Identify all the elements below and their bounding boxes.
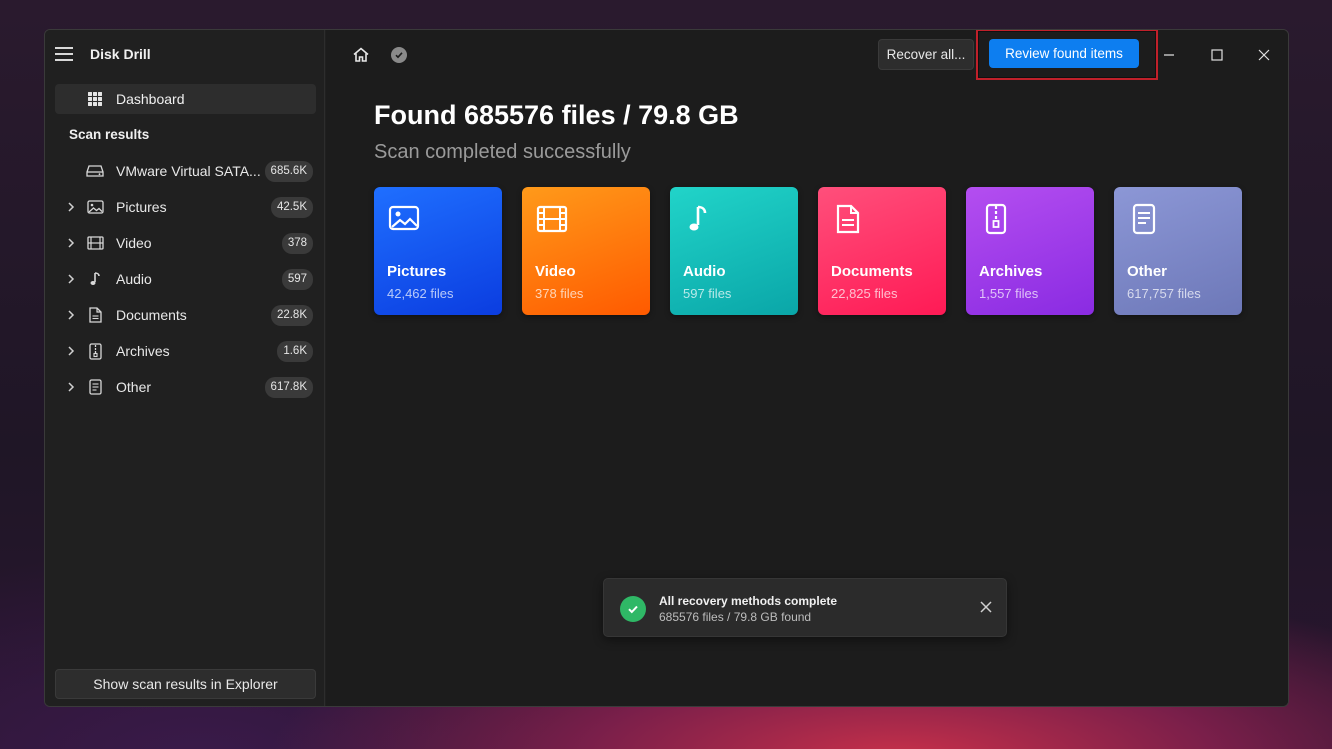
card-title: Audio xyxy=(683,263,726,280)
scan-results-heading: Scan results xyxy=(69,127,150,142)
category-card-video[interactable]: Video 378 files xyxy=(522,187,650,315)
chevron-right-icon[interactable] xyxy=(65,381,77,393)
minimize-icon[interactable] xyxy=(1158,44,1180,66)
sidebar-item-label: Archives xyxy=(116,343,170,359)
page-title: Found 685576 files / 79.8 GB xyxy=(374,100,739,130)
sidebar-item-audio[interactable]: Audio 597 xyxy=(55,264,316,294)
grid-icon xyxy=(88,92,102,106)
category-card-documents[interactable]: Documents 22,825 files xyxy=(818,187,946,315)
count-badge: 42.5K xyxy=(270,197,313,218)
toast-message: 685576 files / 79.8 GB found xyxy=(659,610,812,624)
document-icon xyxy=(832,203,864,235)
sidebar-item-label: Other xyxy=(116,379,152,395)
sidebar-item-label: Dashboard xyxy=(116,91,185,107)
sidebar-item-vmware-drive[interactable]: VMware Virtual SATA... 685.6K xyxy=(55,156,316,186)
image-icon xyxy=(86,199,104,215)
success-check-icon xyxy=(620,596,646,622)
sidebar-item-other[interactable]: Other 617.8K xyxy=(55,372,316,402)
card-title: Other xyxy=(1127,263,1168,280)
category-card-pictures[interactable]: Pictures 42,462 files xyxy=(374,187,502,315)
card-file-count: 1,557 files xyxy=(979,286,1039,301)
sidebar-item-label: Pictures xyxy=(116,199,167,215)
document-icon xyxy=(86,307,104,323)
app-window: Disk Drill Dashboard Scan results VMware… xyxy=(44,29,1289,707)
film-icon xyxy=(86,235,104,251)
category-card-audio[interactable]: Audio 597 files xyxy=(670,187,798,315)
close-icon[interactable] xyxy=(978,599,994,615)
archive-icon xyxy=(86,342,104,360)
file-icon xyxy=(86,379,104,395)
card-title: Archives xyxy=(979,263,1043,280)
count-badge: 597 xyxy=(281,269,313,290)
review-found-items-button[interactable]: Review found items xyxy=(989,39,1139,68)
sidebar-item-video[interactable]: Video 378 xyxy=(55,228,316,258)
show-in-explorer-button[interactable]: Show scan results in Explorer xyxy=(55,669,316,699)
hard-drive-icon xyxy=(86,163,104,179)
sidebar-item-label: Video xyxy=(116,235,152,251)
notification-toast: All recovery methods complete 685576 fil… xyxy=(603,578,1007,637)
card-file-count: 617,757 files xyxy=(1127,286,1201,301)
card-title: Video xyxy=(535,263,576,280)
sidebar-item-label: VMware Virtual SATA... xyxy=(116,163,261,179)
film-icon xyxy=(536,203,568,235)
archive-icon xyxy=(980,203,1012,235)
sidebar-item-dashboard[interactable]: Dashboard xyxy=(55,84,316,114)
hamburger-menu-icon[interactable] xyxy=(55,47,73,61)
main-panel: Recover all... Review found items Found … xyxy=(326,30,1288,706)
file-icon xyxy=(1128,203,1160,235)
app-title: Disk Drill xyxy=(90,46,151,62)
count-badge: 22.8K xyxy=(270,305,313,326)
chevron-right-icon[interactable] xyxy=(65,237,77,249)
maximize-icon[interactable] xyxy=(1206,44,1228,66)
sidebar-item-label: Documents xyxy=(116,307,187,323)
scan-status-check-icon[interactable] xyxy=(391,47,407,63)
card-file-count: 378 files xyxy=(535,286,584,301)
count-badge: 378 xyxy=(281,233,313,254)
count-badge: 617.8K xyxy=(264,377,313,398)
sidebar-item-pictures[interactable]: Pictures 42.5K xyxy=(55,192,316,222)
card-file-count: 42,462 files xyxy=(387,286,454,301)
category-card-other[interactable]: Other 617,757 files xyxy=(1114,187,1242,315)
category-card-archives[interactable]: Archives 1,557 files xyxy=(966,187,1094,315)
toast-title: All recovery methods complete xyxy=(659,594,838,608)
sidebar-item-label: Audio xyxy=(116,271,152,287)
chevron-right-icon[interactable] xyxy=(65,201,77,213)
music-note-icon xyxy=(684,203,716,235)
chevron-right-icon[interactable] xyxy=(65,345,77,357)
sidebar: Disk Drill Dashboard Scan results VMware… xyxy=(45,30,325,706)
card-file-count: 597 files xyxy=(683,286,732,301)
image-icon xyxy=(388,203,420,235)
close-icon[interactable] xyxy=(1253,44,1275,66)
scan-status-text: Scan completed successfully xyxy=(374,141,631,163)
chevron-right-icon[interactable] xyxy=(65,273,77,285)
home-icon[interactable] xyxy=(352,46,370,64)
sidebar-header: Disk Drill xyxy=(55,44,151,64)
sidebar-item-archives[interactable]: Archives 1.6K xyxy=(55,336,316,366)
count-badge: 1.6K xyxy=(277,341,313,362)
count-badge: 685.6K xyxy=(264,161,313,182)
card-file-count: 22,825 files xyxy=(831,286,898,301)
card-title: Pictures xyxy=(387,263,447,280)
music-note-icon xyxy=(86,271,104,287)
chevron-right-icon[interactable] xyxy=(65,309,77,321)
recover-all-button[interactable]: Recover all... xyxy=(878,39,974,70)
card-title: Documents xyxy=(831,263,913,280)
sidebar-item-documents[interactable]: Documents 22.8K xyxy=(55,300,316,330)
